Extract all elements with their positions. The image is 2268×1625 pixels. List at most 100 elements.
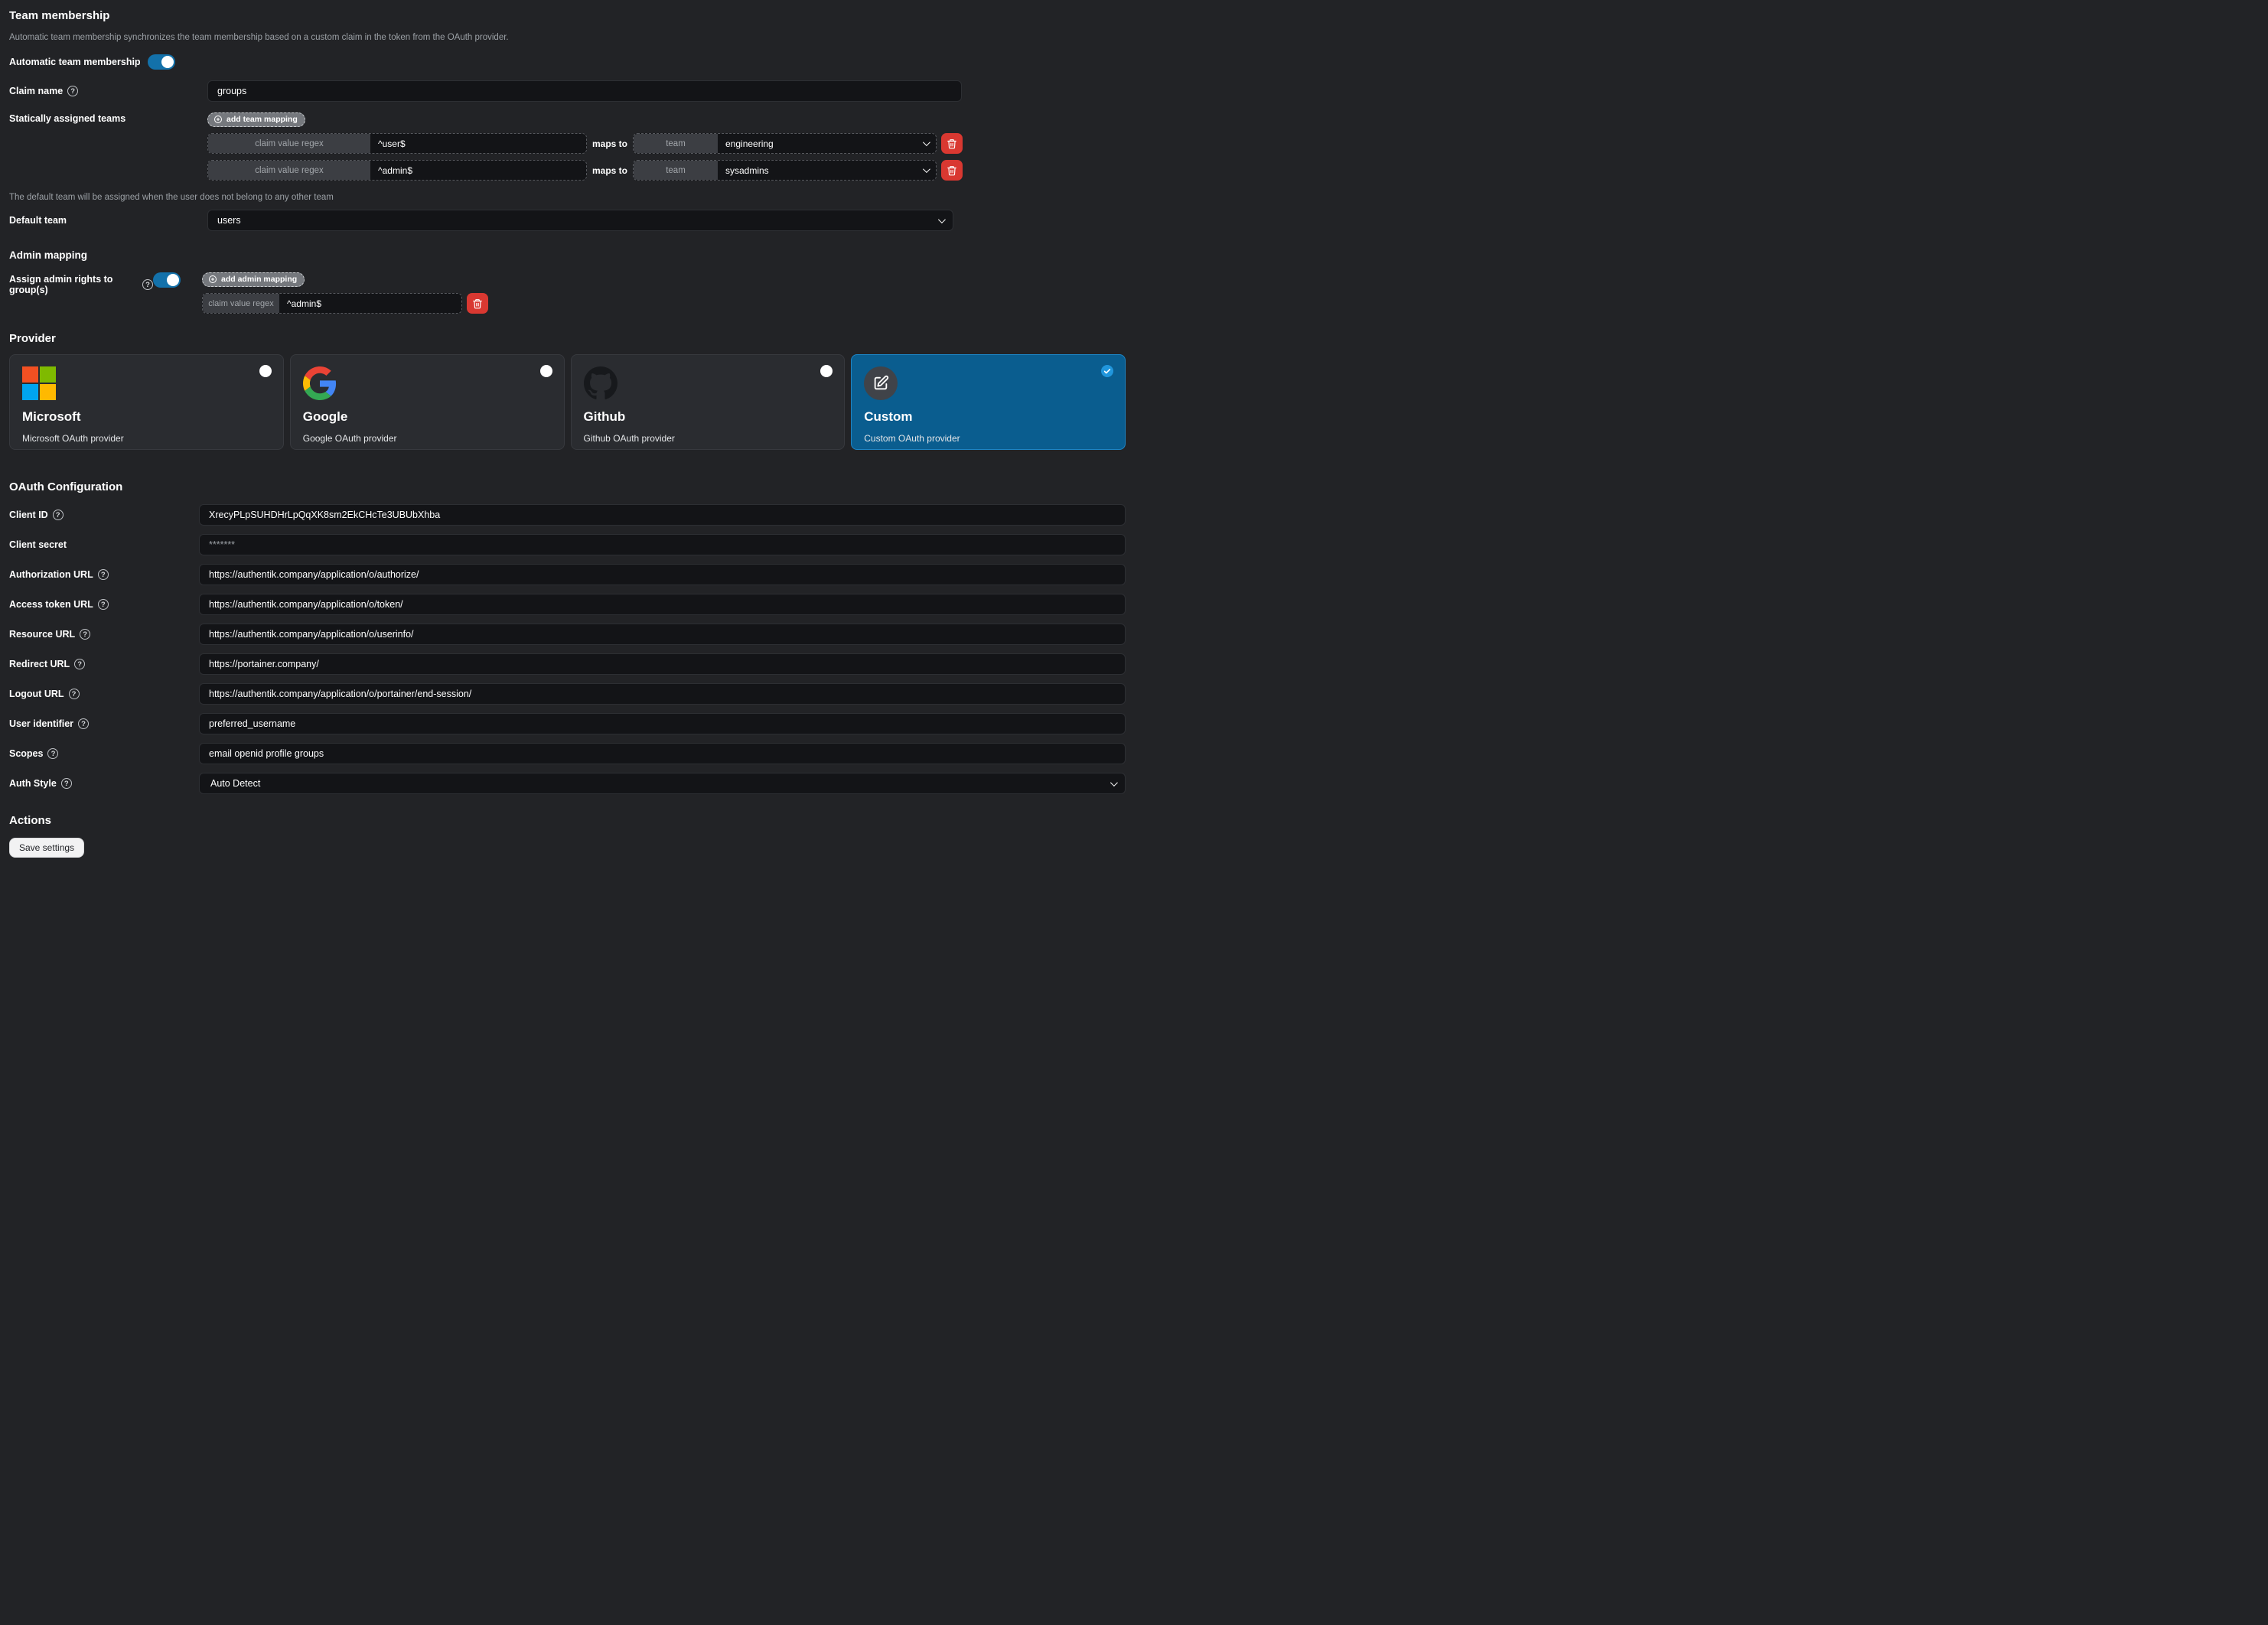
chevron-down-icon — [1110, 779, 1118, 786]
provider-card-title: Google — [303, 409, 552, 425]
provider-card-microsoft[interactable]: Microsoft Microsoft OAuth provider — [9, 354, 284, 450]
toggle-knob — [167, 274, 179, 286]
client-id-input[interactable] — [199, 504, 1126, 526]
claim-value-regex-prefix: claim value regex — [203, 294, 279, 313]
provider-card-description: Google OAuth provider — [303, 433, 552, 444]
help-icon[interactable] — [53, 510, 64, 520]
default-team-note: The default team will be assigned when t… — [9, 193, 1126, 202]
redirect-url-row: Redirect URL — [9, 653, 1126, 675]
auth-style-label: Auth Style — [9, 778, 57, 789]
plus-circle-icon — [208, 275, 217, 284]
assign-admin-rights-toggle[interactable] — [153, 272, 181, 288]
user-identifier-row: User identifier — [9, 713, 1126, 734]
add-admin-mapping-button[interactable]: add admin mapping — [202, 272, 305, 287]
logout-url-row: Logout URL — [9, 683, 1126, 705]
admin-mapping-row: claim value regex — [202, 293, 488, 314]
trash-icon — [947, 138, 957, 149]
claim-value-regex-input[interactable] — [370, 161, 586, 180]
help-icon[interactable] — [47, 748, 58, 759]
help-icon[interactable] — [67, 86, 78, 96]
claim-name-label: Claim name — [9, 86, 63, 96]
github-logo-icon — [584, 366, 618, 400]
trash-icon — [472, 298, 483, 309]
trash-icon — [947, 165, 957, 176]
help-icon[interactable] — [74, 659, 85, 669]
save-settings-button[interactable]: Save settings — [9, 838, 84, 858]
delete-admin-mapping-button[interactable] — [467, 293, 488, 314]
redirect-url-label: Redirect URL — [9, 659, 70, 669]
actions-heading: Actions — [9, 814, 1126, 827]
chevron-down-icon — [923, 165, 930, 173]
provider-heading: Provider — [9, 332, 1126, 345]
provider-radio[interactable] — [540, 365, 552, 377]
redirect-url-input[interactable] — [199, 653, 1126, 675]
team-prefix: team — [634, 134, 718, 153]
provider-card-github[interactable]: Github Github OAuth provider — [571, 354, 846, 450]
auth-style-row: Auth Style Auto Detect — [9, 773, 1126, 794]
provider-card-google[interactable]: Google Google OAuth provider — [290, 354, 565, 450]
automatic-team-membership-row: Automatic team membership — [9, 54, 1126, 70]
scopes-label: Scopes — [9, 748, 43, 759]
help-icon[interactable] — [80, 629, 90, 640]
default-team-label: Default team — [9, 215, 207, 226]
authorization-url-label: Authorization URL — [9, 569, 93, 580]
user-identifier-input[interactable] — [199, 713, 1126, 734]
maps-to-label: maps to — [587, 165, 633, 176]
provider-card-custom[interactable]: Custom Custom OAuth provider — [851, 354, 1126, 450]
access-token-url-row: Access token URL — [9, 594, 1126, 615]
admin-claim-value-regex-input[interactable] — [279, 294, 461, 313]
delete-team-mapping-button[interactable] — [941, 133, 963, 154]
help-icon[interactable] — [61, 778, 72, 789]
claim-value-regex-prefix: claim value regex — [208, 134, 370, 153]
automatic-team-membership-toggle[interactable] — [148, 54, 175, 70]
add-team-mapping-button[interactable]: add team mapping — [207, 112, 305, 127]
auth-style-select[interactable]: Auto Detect — [199, 773, 1126, 794]
resource-url-row: Resource URL — [9, 624, 1126, 645]
help-icon[interactable] — [78, 718, 89, 729]
provider-card-title: Custom — [864, 409, 1113, 425]
google-logo-icon — [303, 366, 337, 400]
provider-radio[interactable] — [259, 365, 272, 377]
maps-to-label: maps to — [587, 138, 633, 149]
resource-url-input[interactable] — [199, 624, 1126, 645]
logout-url-input[interactable] — [199, 683, 1126, 705]
help-icon[interactable] — [69, 689, 80, 699]
help-icon[interactable] — [98, 599, 109, 610]
team-select[interactable]: sysadmins — [718, 161, 936, 180]
help-icon[interactable] — [98, 569, 109, 580]
claim-name-input[interactable] — [207, 80, 962, 102]
custom-edit-icon — [864, 366, 898, 400]
statically-assigned-teams-row: Statically assigned teams add team mappi… — [9, 112, 1126, 181]
admin-mapping-heading: Admin mapping — [9, 249, 1126, 261]
team-mapping-row: claim value regex maps to team sysadmins — [207, 160, 963, 181]
help-icon[interactable] — [142, 279, 153, 290]
scopes-row: Scopes — [9, 743, 1126, 764]
default-team-select[interactable]: users — [207, 210, 953, 231]
client-secret-label: Client secret — [9, 539, 67, 550]
client-id-row: Client ID — [9, 504, 1126, 526]
provider-card-title: Microsoft — [22, 409, 271, 425]
delete-team-mapping-button[interactable] — [941, 160, 963, 181]
team-membership-description: Automatic team membership synchronizes t… — [9, 33, 1126, 42]
team-select[interactable]: engineering — [718, 134, 936, 153]
client-secret-input[interactable] — [199, 534, 1126, 555]
toggle-knob — [161, 56, 174, 68]
scopes-input[interactable] — [199, 743, 1126, 764]
assign-admin-rights-label: Assign admin rights to group(s) — [9, 274, 138, 295]
authorization-url-row: Authorization URL — [9, 564, 1126, 585]
provider-card-description: Custom OAuth provider — [864, 433, 1113, 444]
check-icon — [1103, 367, 1111, 375]
access-token-url-input[interactable] — [199, 594, 1126, 615]
provider-card-description: Github OAuth provider — [584, 433, 833, 444]
claim-value-regex-prefix: claim value regex — [208, 161, 370, 180]
client-id-label: Client ID — [9, 510, 48, 520]
microsoft-logo-icon — [22, 366, 56, 400]
claim-name-row: Claim name — [9, 80, 1126, 102]
plus-circle-icon — [213, 115, 223, 124]
selected-check-badge — [1101, 365, 1113, 377]
provider-card-title: Github — [584, 409, 833, 425]
automatic-team-membership-label: Automatic team membership — [9, 57, 141, 67]
authorization-url-input[interactable] — [199, 564, 1126, 585]
provider-cards: Microsoft Microsoft OAuth provider Googl… — [9, 354, 1126, 450]
claim-value-regex-input[interactable] — [370, 134, 586, 153]
